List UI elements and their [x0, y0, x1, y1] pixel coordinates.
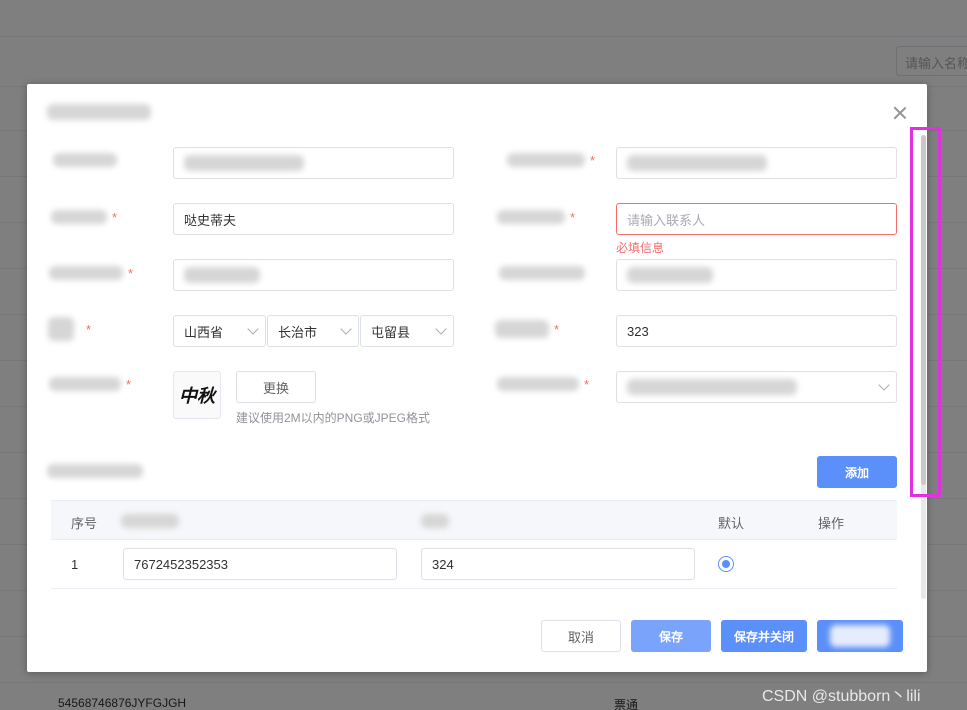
- dialog-title-redacted: [47, 104, 151, 120]
- city-value: 长治市: [278, 324, 318, 340]
- table-row: 1 7672452352353 324: [51, 540, 897, 589]
- section-title-redacted: [47, 464, 143, 478]
- province-select[interactable]: 山西省: [173, 315, 266, 347]
- row-col2-input[interactable]: 324: [421, 548, 695, 580]
- default-radio[interactable]: [718, 556, 734, 572]
- field-label-redacted: *: [47, 207, 117, 227]
- field-label-redacted: *: [495, 207, 575, 227]
- row-col1-input[interactable]: 7672452352353: [123, 548, 397, 580]
- edit-dialog: * * 哒史蒂夫 * 请输入联系人 必填信息 * * 山西省 长治市 屯留县 *…: [27, 84, 927, 672]
- contact-name-value: 哒史蒂夫: [184, 212, 237, 228]
- row-col1-value: 7672452352353: [134, 556, 228, 572]
- cancel-button[interactable]: 取消: [541, 620, 621, 652]
- text-field-redacted[interactable]: [616, 259, 897, 291]
- column-header-redacted: [421, 514, 449, 528]
- annotation-highlight-box: [910, 127, 941, 497]
- add-row-button[interactable]: 添加: [817, 456, 897, 488]
- text-field-redacted[interactable]: [173, 147, 454, 179]
- contact-person-input[interactable]: 请输入联系人: [616, 203, 897, 235]
- chevron-down-icon: [247, 323, 259, 335]
- field-label-redacted: *: [495, 319, 559, 339]
- select-field-redacted[interactable]: [616, 371, 897, 403]
- table-header: 序号 默认 操作: [51, 500, 897, 540]
- contact-name-field[interactable]: 哒史蒂夫: [173, 203, 454, 235]
- field-label-redacted: *: [47, 263, 133, 283]
- close-icon[interactable]: [893, 106, 907, 120]
- city-select[interactable]: 长治市: [267, 315, 359, 347]
- watermark-text: CSDN @stubborn丶lili: [762, 688, 921, 705]
- text-field-redacted[interactable]: [173, 259, 454, 291]
- field-label-redacted: *: [47, 374, 131, 394]
- chevron-down-icon: [435, 323, 447, 335]
- required-error-message: 必填信息: [616, 241, 665, 255]
- replace-logo-button[interactable]: 更换: [236, 371, 316, 403]
- field-label-redacted: *: [495, 150, 595, 170]
- column-header-default: 默认: [718, 516, 745, 531]
- field-label-redacted: *: [495, 374, 589, 394]
- column-header-redacted: [121, 514, 179, 528]
- chevron-down-icon: [878, 379, 890, 391]
- number-field-value: 323: [627, 323, 649, 339]
- contact-person-placeholder: 请输入联系人: [627, 212, 706, 228]
- save-and-close-button[interactable]: 保存并关闭: [721, 620, 807, 652]
- county-value: 屯留县: [371, 324, 411, 340]
- row-col2-value: 324: [432, 556, 454, 572]
- logo-upload-hint: 建议使用2M以内的PNG或JPEG格式: [236, 411, 431, 425]
- save-button[interactable]: 保存: [631, 620, 711, 652]
- number-field[interactable]: 323: [616, 315, 897, 347]
- text-field-redacted[interactable]: [616, 147, 897, 179]
- field-label-redacted: *: [27, 317, 91, 341]
- column-header-action: 操作: [818, 516, 845, 531]
- chevron-down-icon: [340, 323, 352, 335]
- field-label-redacted: [495, 263, 585, 283]
- county-select[interactable]: 屯留县: [360, 315, 454, 347]
- province-value: 山西省: [184, 324, 224, 340]
- row-index: 1: [71, 557, 79, 572]
- field-label-redacted: [47, 150, 117, 170]
- column-header-index: 序号: [71, 516, 98, 531]
- action-button-redacted[interactable]: [817, 620, 903, 652]
- logo-preview-image: 中秋: [173, 371, 221, 419]
